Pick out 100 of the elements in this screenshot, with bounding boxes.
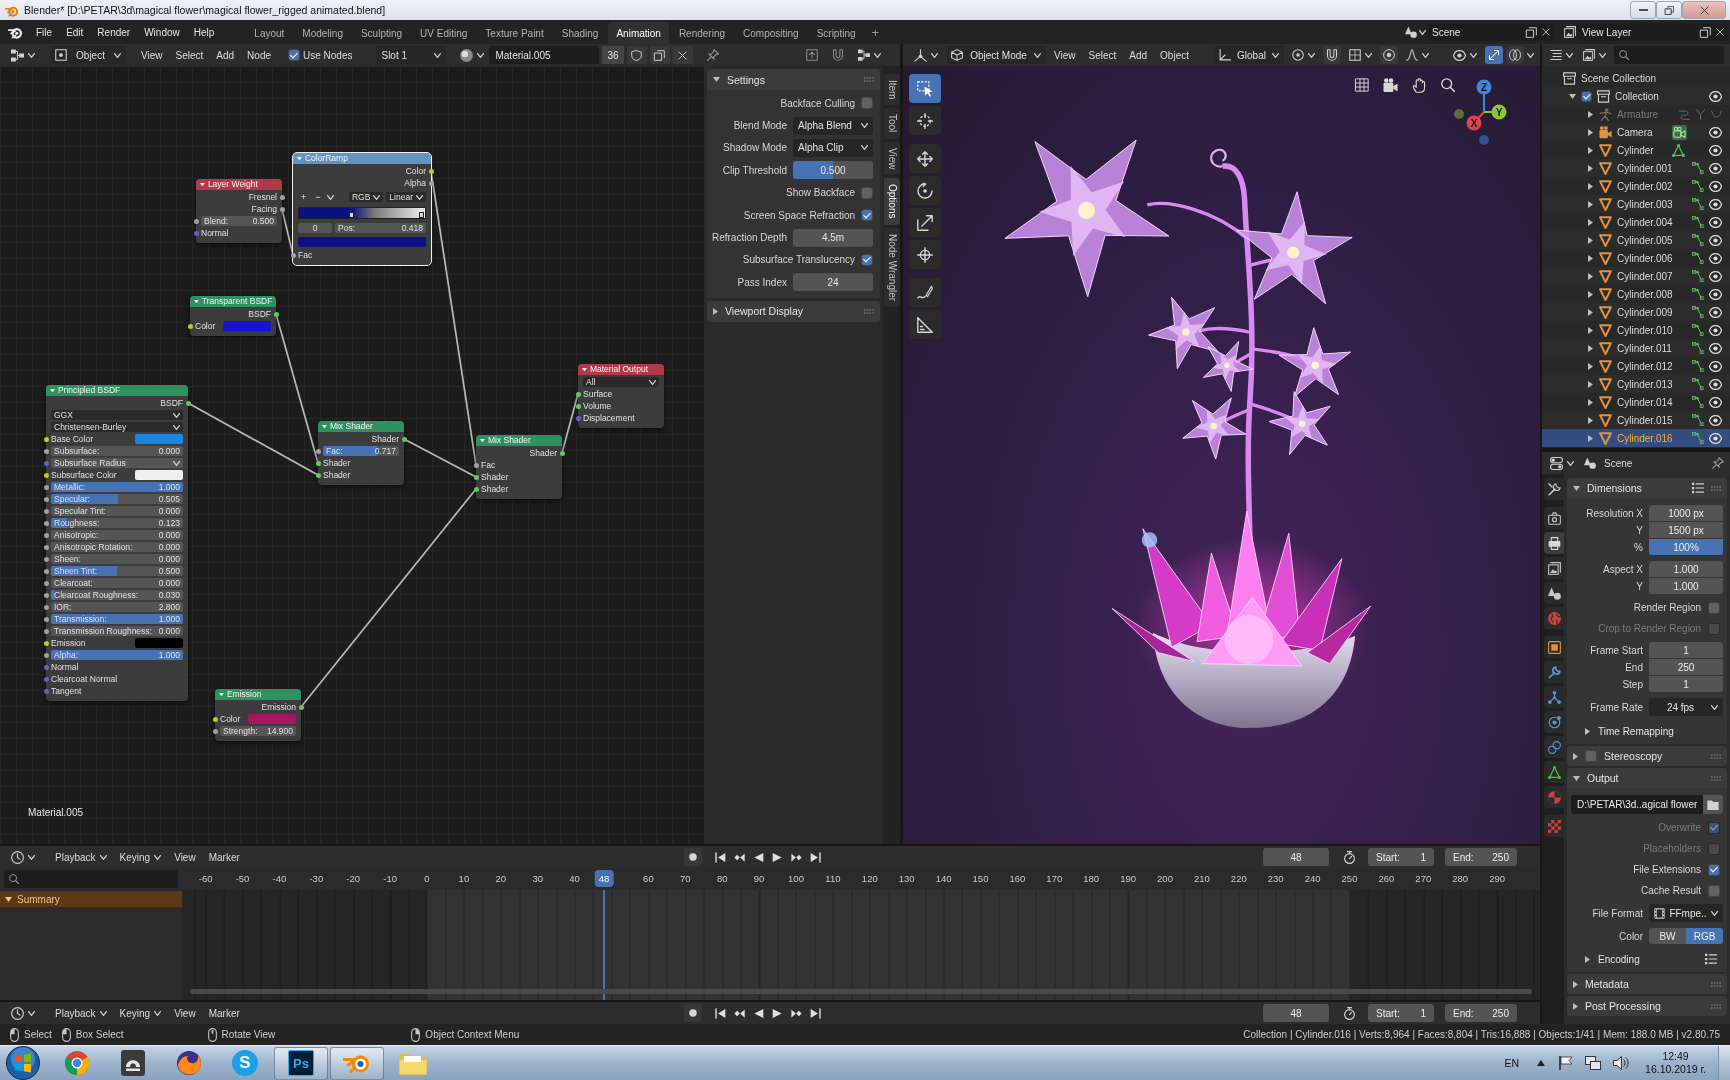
triangle-down-icon[interactable] bbox=[194, 299, 199, 304]
eye-icon[interactable] bbox=[1709, 341, 1722, 355]
node-socket[interactable] bbox=[273, 311, 279, 317]
ramp-dropdown[interactable]: RGB bbox=[348, 191, 384, 203]
unlink-button[interactable] bbox=[672, 46, 693, 64]
user-count-button[interactable]: 36 bbox=[602, 46, 624, 64]
color-swatch[interactable] bbox=[248, 714, 296, 724]
menu-dropdown[interactable]: Keying bbox=[114, 848, 167, 866]
color-swatch[interactable] bbox=[135, 638, 183, 648]
node-socket[interactable] bbox=[185, 400, 191, 406]
checkbox[interactable] bbox=[1708, 884, 1720, 897]
triangle-right-icon[interactable] bbox=[1587, 380, 1593, 388]
eye-icon[interactable] bbox=[1709, 395, 1722, 409]
color-swatch[interactable] bbox=[135, 434, 183, 444]
triangle-right-icon[interactable] bbox=[1585, 955, 1590, 963]
eye-icon[interactable] bbox=[1709, 143, 1722, 157]
sidebar-tab[interactable]: Item bbox=[884, 74, 900, 106]
triangle-right-icon[interactable] bbox=[1573, 980, 1578, 988]
outliner-row[interactable]: Collection bbox=[1542, 87, 1730, 105]
triangle-right-icon[interactable] bbox=[1573, 752, 1578, 760]
node-socket[interactable] bbox=[43, 604, 49, 610]
app-logo-icon[interactable] bbox=[8, 25, 22, 39]
triangle-down-icon[interactable] bbox=[713, 77, 720, 82]
node-socket[interactable] bbox=[43, 496, 49, 502]
node-slider[interactable]: Transmission Roughness: 0.000 bbox=[51, 625, 183, 637]
panel-header[interactable]: Viewport Display bbox=[707, 300, 880, 322]
triangle-right-icon[interactable] bbox=[1587, 218, 1593, 226]
tool-button[interactable] bbox=[909, 106, 941, 135]
view-layer-field[interactable]: View Layer bbox=[1578, 23, 1728, 41]
triangle-right-icon[interactable] bbox=[1587, 308, 1593, 316]
workspace-tab[interactable]: Shading bbox=[553, 22, 607, 44]
node-socket[interactable] bbox=[315, 460, 321, 466]
material-name-field[interactable]: Material.005 bbox=[489, 46, 600, 64]
presets-list-icon[interactable] bbox=[1692, 482, 1704, 494]
checkbox[interactable] bbox=[1708, 863, 1720, 876]
next-key-icon[interactable] bbox=[790, 1007, 802, 1019]
start-frame-field[interactable]: Start: 1 bbox=[1368, 848, 1434, 866]
menu-item[interactable]: Select bbox=[170, 46, 209, 64]
eye-icon[interactable] bbox=[1709, 431, 1722, 445]
menu-item[interactable]: Window bbox=[138, 22, 186, 42]
node-socket[interactable] bbox=[43, 568, 49, 574]
number-field[interactable]: 250 bbox=[1649, 659, 1723, 675]
overlay-button[interactable] bbox=[858, 46, 881, 64]
node-socket[interactable] bbox=[43, 520, 49, 526]
copy-icon[interactable] bbox=[1526, 26, 1537, 38]
triangle-right-icon[interactable] bbox=[1587, 434, 1593, 442]
outliner-row[interactable]: Cylinder.013 bbox=[1542, 375, 1730, 393]
properties-tab[interactable] bbox=[1544, 507, 1564, 529]
show-desktop-button[interactable] bbox=[1718, 1045, 1730, 1080]
toggle-button[interactable] bbox=[1380, 46, 1398, 64]
dropdown[interactable]: 24 fps bbox=[1649, 698, 1723, 716]
material-browse-button[interactable] bbox=[458, 46, 487, 64]
grip-icon[interactable] bbox=[1711, 753, 1721, 759]
triangle-right-icon[interactable] bbox=[1587, 128, 1593, 136]
eye-icon[interactable] bbox=[1709, 233, 1722, 247]
node-socket[interactable] bbox=[43, 484, 49, 490]
workspace-tab[interactable]: Texture Paint bbox=[477, 22, 552, 44]
shader-node[interactable] bbox=[46, 385, 188, 701]
outliner-row[interactable]: Camera bbox=[1542, 123, 1730, 141]
eye-icon[interactable] bbox=[1709, 413, 1722, 427]
triangle-right-icon[interactable] bbox=[1587, 146, 1593, 154]
workspace-tab[interactable]: Layout bbox=[246, 22, 293, 44]
node-socket[interactable] bbox=[43, 592, 49, 598]
number-field[interactable]: 1000 px bbox=[1649, 505, 1723, 521]
node-slider[interactable]: Anisotropic Rotation: 0.000 bbox=[51, 541, 183, 553]
eye-icon[interactable] bbox=[1709, 287, 1722, 301]
workspace-tab[interactable]: Rendering bbox=[670, 22, 734, 44]
node-socket[interactable] bbox=[43, 436, 49, 442]
editor-type-button[interactable] bbox=[1548, 454, 1576, 472]
dropdown[interactable]: FFmpe.. bbox=[1649, 904, 1723, 922]
image-stack-icon[interactable] bbox=[1564, 26, 1576, 38]
search-field[interactable] bbox=[1614, 46, 1724, 64]
tool-button[interactable] bbox=[909, 310, 941, 339]
triangle-right-icon[interactable] bbox=[1587, 110, 1593, 118]
properties-tab[interactable] bbox=[1544, 761, 1564, 783]
pin-icon[interactable] bbox=[1712, 457, 1724, 469]
tool-button[interactable] bbox=[909, 176, 941, 205]
panel-header[interactable]: Settings bbox=[707, 69, 880, 90]
triangle-down-icon[interactable] bbox=[1573, 775, 1580, 781]
eye-icon[interactable] bbox=[1709, 125, 1722, 139]
node-socket[interactable] bbox=[193, 230, 199, 236]
checkbox[interactable] bbox=[1581, 90, 1592, 102]
node-header[interactable]: Material Output bbox=[578, 364, 664, 375]
slider-field[interactable]: 100% bbox=[1649, 539, 1723, 555]
workspace-tab[interactable]: Scripting bbox=[808, 22, 864, 44]
eye-icon[interactable] bbox=[1709, 359, 1722, 373]
node-socket[interactable] bbox=[315, 472, 321, 478]
grip-icon[interactable] bbox=[1711, 981, 1721, 987]
workspace-tab[interactable]: Compositing bbox=[735, 22, 807, 44]
stopwatch-icon[interactable] bbox=[1343, 1006, 1356, 1020]
shader-node[interactable]: ColorRamp Color Alpha + − RGB Linear 0 Pos: 0.418 Fac bbox=[293, 153, 431, 265]
add-workspace-button[interactable]: + bbox=[865, 22, 886, 42]
node-header[interactable]: Transparent BSDF bbox=[190, 296, 276, 307]
monitors-icon[interactable] bbox=[1585, 1056, 1602, 1070]
scrollbar[interactable] bbox=[190, 989, 1532, 994]
hand-icon[interactable] bbox=[1412, 78, 1427, 93]
number-field[interactable]: 1 bbox=[1649, 676, 1723, 692]
slot-dropdown[interactable]: Slot 1 bbox=[376, 46, 447, 64]
gizmo-axis-handle[interactable] bbox=[1454, 109, 1464, 119]
checkbox[interactable] bbox=[861, 186, 873, 199]
